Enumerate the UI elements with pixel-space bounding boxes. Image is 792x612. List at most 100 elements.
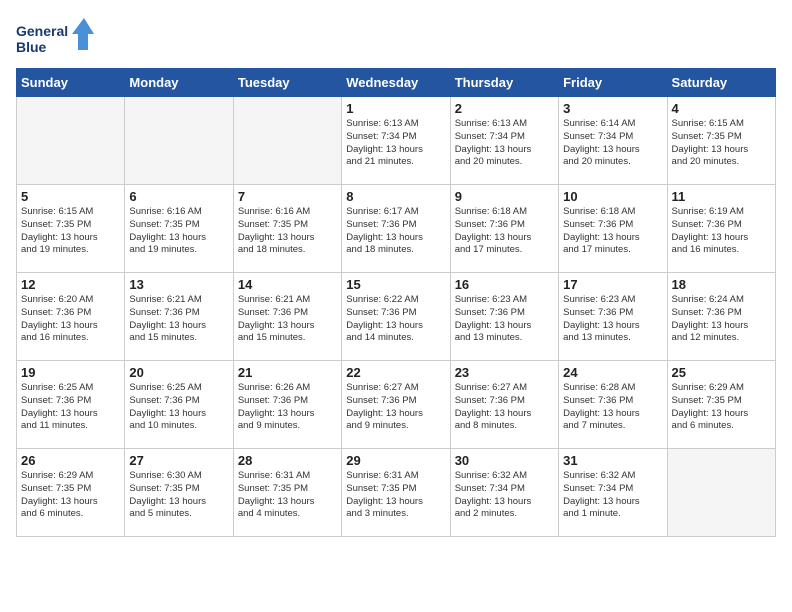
day-info: Sunrise: 6:32 AM Sunset: 7:34 PM Dayligh… (455, 470, 554, 521)
day-cell: 10 Sunrise: 6:18 AM Sunset: 7:36 PM Dayli… (559, 185, 667, 273)
day-info: Sunrise: 6:14 AM Sunset: 7:34 PM Dayligh… (563, 118, 662, 169)
days-header-row: SundayMondayTuesdayWednesdayThursdayFrid… (17, 69, 776, 97)
day-number: 12 (21, 277, 120, 292)
day-cell: 9 Sunrise: 6:18 AM Sunset: 7:36 PM Daylig… (450, 185, 558, 273)
day-cell: 13Sunrise: 6:21 AM Sunset: 7:36 PM Dayli… (125, 273, 233, 361)
svg-text:General: General (16, 23, 68, 39)
day-number: 17 (563, 277, 662, 292)
day-number: 27 (129, 453, 228, 468)
day-cell: 8Sunrise: 6:17 AM Sunset: 7:36 PM Daylig… (342, 185, 450, 273)
day-number: 24 (563, 365, 662, 380)
week-row-5: 26 Sunrise: 6:29 AM Sunset: 7:35 PM Dayli… (17, 449, 776, 537)
day-cell: 5 Sunrise: 6:15 AM Sunset: 7:35 PM Daylig… (17, 185, 125, 273)
day-info: Sunrise: 6:20 AM Sunset: 7:36 PM Dayligh… (21, 294, 120, 345)
day-cell (233, 97, 341, 185)
day-cell: 6 Sunrise: 6:16 AM Sunset: 7:35 PM Daylig… (125, 185, 233, 273)
day-info: Sunrise: 6:29 AM Sunset: 7:35 PM Dayligh… (21, 470, 120, 521)
day-info: Sunrise: 6:26 AM Sunset: 7:36 PM Dayligh… (238, 382, 337, 433)
day-cell (667, 449, 775, 537)
day-cell: 26 Sunrise: 6:29 AM Sunset: 7:35 PM Dayli… (17, 449, 125, 537)
day-number: 30 (455, 453, 554, 468)
day-number: 10 (563, 189, 662, 204)
day-cell: 25 Sunrise: 6:29 AM Sunset: 7:35 PM Dayli… (667, 361, 775, 449)
day-number: 22 (346, 365, 445, 380)
day-info: Sunrise: 6:22 AM Sunset: 7:36 PM Dayligh… (346, 294, 445, 345)
day-info: Sunrise: 6:18 AM Sunset: 7:36 PM Dayligh… (455, 206, 554, 257)
day-cell: 17 Sunrise: 6:23 AM Sunset: 7:36 PM Dayli… (559, 273, 667, 361)
day-cell: 31 Sunrise: 6:32 AM Sunset: 7:34 PM Dayli… (559, 449, 667, 537)
day-cell: 16 Sunrise: 6:23 AM Sunset: 7:36 PM Dayli… (450, 273, 558, 361)
day-number: 7 (238, 189, 337, 204)
page-header: General Blue (16, 16, 776, 60)
day-number: 21 (238, 365, 337, 380)
calendar-table: SundayMondayTuesdayWednesdayThursdayFrid… (16, 68, 776, 537)
col-header-monday: Monday (125, 69, 233, 97)
col-header-thursday: Thursday (450, 69, 558, 97)
day-cell: 11 Sunrise: 6:19 AM Sunset: 7:36 PM Dayli… (667, 185, 775, 273)
day-info: Sunrise: 6:13 AM Sunset: 7:34 PM Dayligh… (455, 118, 554, 169)
day-cell: 4Sunrise: 6:15 AM Sunset: 7:35 PM Daylig… (667, 97, 775, 185)
day-cell: 1 Sunrise: 6:13 AM Sunset: 7:34 PM Daylig… (342, 97, 450, 185)
day-info: Sunrise: 6:25 AM Sunset: 7:36 PM Dayligh… (129, 382, 228, 433)
day-number: 20 (129, 365, 228, 380)
day-cell: 28Sunrise: 6:31 AM Sunset: 7:35 PM Dayli… (233, 449, 341, 537)
day-info: Sunrise: 6:19 AM Sunset: 7:36 PM Dayligh… (672, 206, 771, 257)
day-cell: 30 Sunrise: 6:32 AM Sunset: 7:34 PM Dayli… (450, 449, 558, 537)
day-number: 15 (346, 277, 445, 292)
svg-text:Blue: Blue (16, 39, 47, 55)
day-info: Sunrise: 6:24 AM Sunset: 7:36 PM Dayligh… (672, 294, 771, 345)
day-cell: 2 Sunrise: 6:13 AM Sunset: 7:34 PM Daylig… (450, 97, 558, 185)
day-number: 6 (129, 189, 228, 204)
day-number: 25 (672, 365, 771, 380)
week-row-1: 1 Sunrise: 6:13 AM Sunset: 7:34 PM Daylig… (17, 97, 776, 185)
day-info: Sunrise: 6:13 AM Sunset: 7:34 PM Dayligh… (346, 118, 445, 169)
day-number: 1 (346, 101, 445, 116)
day-info: Sunrise: 6:21 AM Sunset: 7:36 PM Dayligh… (238, 294, 337, 345)
day-number: 26 (21, 453, 120, 468)
day-cell: 15 Sunrise: 6:22 AM Sunset: 7:36 PM Dayli… (342, 273, 450, 361)
day-info: Sunrise: 6:32 AM Sunset: 7:34 PM Dayligh… (563, 470, 662, 521)
day-info: Sunrise: 6:16 AM Sunset: 7:35 PM Dayligh… (129, 206, 228, 257)
day-number: 31 (563, 453, 662, 468)
day-cell: 18 Sunrise: 6:24 AM Sunset: 7:36 PM Dayli… (667, 273, 775, 361)
day-info: Sunrise: 6:28 AM Sunset: 7:36 PM Dayligh… (563, 382, 662, 433)
day-number: 3 (563, 101, 662, 116)
col-header-wednesday: Wednesday (342, 69, 450, 97)
day-number: 18 (672, 277, 771, 292)
day-info: Sunrise: 6:18 AM Sunset: 7:36 PM Dayligh… (563, 206, 662, 257)
day-info: Sunrise: 6:15 AM Sunset: 7:35 PM Dayligh… (21, 206, 120, 257)
logo-svg: General Blue (16, 16, 96, 60)
day-info: Sunrise: 6:27 AM Sunset: 7:36 PM Dayligh… (455, 382, 554, 433)
day-info: Sunrise: 6:23 AM Sunset: 7:36 PM Dayligh… (455, 294, 554, 345)
day-number: 8 (346, 189, 445, 204)
day-number: 9 (455, 189, 554, 204)
day-number: 5 (21, 189, 120, 204)
day-info: Sunrise: 6:30 AM Sunset: 7:35 PM Dayligh… (129, 470, 228, 521)
day-number: 4 (672, 101, 771, 116)
day-info: Sunrise: 6:23 AM Sunset: 7:36 PM Dayligh… (563, 294, 662, 345)
day-number: 2 (455, 101, 554, 116)
day-cell: 24 Sunrise: 6:28 AM Sunset: 7:36 PM Dayli… (559, 361, 667, 449)
week-row-3: 12 Sunrise: 6:20 AM Sunset: 7:36 PM Dayli… (17, 273, 776, 361)
day-number: 14 (238, 277, 337, 292)
day-cell: 29Sunrise: 6:31 AM Sunset: 7:35 PM Dayli… (342, 449, 450, 537)
day-cell: 27 Sunrise: 6:30 AM Sunset: 7:35 PM Dayli… (125, 449, 233, 537)
day-info: Sunrise: 6:29 AM Sunset: 7:35 PM Dayligh… (672, 382, 771, 433)
col-header-tuesday: Tuesday (233, 69, 341, 97)
day-info: Sunrise: 6:31 AM Sunset: 7:35 PM Dayligh… (238, 470, 337, 521)
day-cell (125, 97, 233, 185)
day-cell: 3 Sunrise: 6:14 AM Sunset: 7:34 PM Daylig… (559, 97, 667, 185)
day-info: Sunrise: 6:27 AM Sunset: 7:36 PM Dayligh… (346, 382, 445, 433)
day-number: 11 (672, 189, 771, 204)
day-number: 23 (455, 365, 554, 380)
day-cell: 19Sunrise: 6:25 AM Sunset: 7:36 PM Dayli… (17, 361, 125, 449)
col-header-friday: Friday (559, 69, 667, 97)
logo: General Blue (16, 16, 96, 60)
day-number: 19 (21, 365, 120, 380)
day-info: Sunrise: 6:21 AM Sunset: 7:36 PM Dayligh… (129, 294, 228, 345)
week-row-2: 5 Sunrise: 6:15 AM Sunset: 7:35 PM Daylig… (17, 185, 776, 273)
day-number: 16 (455, 277, 554, 292)
day-number: 29 (346, 453, 445, 468)
day-info: Sunrise: 6:16 AM Sunset: 7:35 PM Dayligh… (238, 206, 337, 257)
day-cell (17, 97, 125, 185)
